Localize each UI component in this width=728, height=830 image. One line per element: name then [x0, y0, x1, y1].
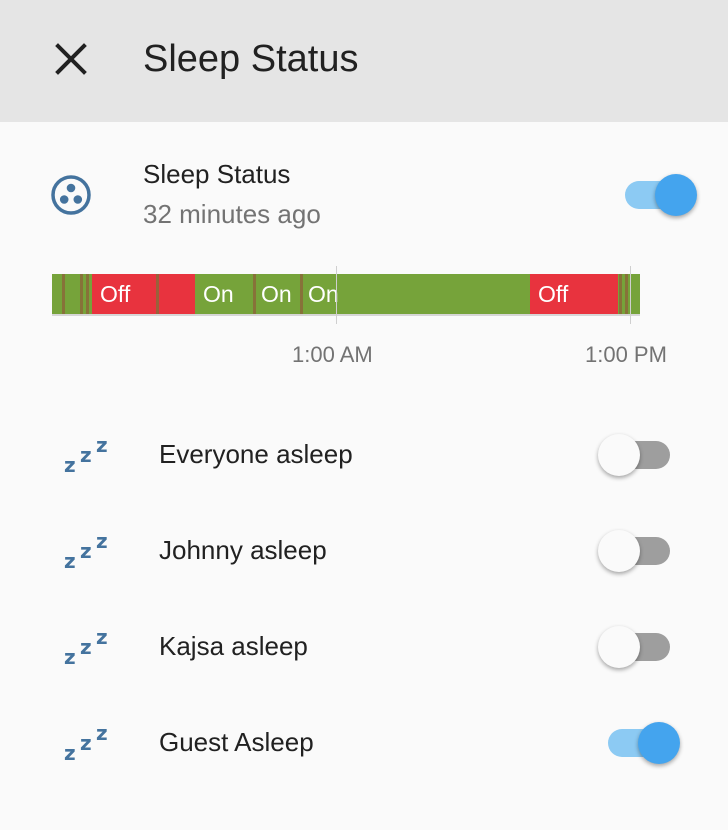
- timeline-bar: Off On On On Off: [52, 274, 640, 314]
- svg-text:z: z: [96, 724, 108, 745]
- entity-row: z z z Johnny asleep: [0, 510, 728, 590]
- svg-text:z: z: [96, 532, 108, 553]
- toggle-thumb: [598, 626, 640, 668]
- timeline-sliver: [625, 274, 628, 314]
- entity-row: z z z Guest Asleep: [0, 702, 728, 782]
- svg-text:z: z: [64, 645, 76, 668]
- timeline-segment: Off: [92, 274, 195, 314]
- svg-text:z: z: [80, 635, 92, 659]
- svg-text:z: z: [64, 741, 76, 764]
- timeline-segment: On: [195, 274, 253, 314]
- dialog-header: Sleep Status: [0, 0, 728, 122]
- close-icon: [55, 43, 87, 75]
- entity-toggle[interactable]: [598, 625, 678, 669]
- timeline-sliver: [62, 274, 65, 314]
- timeline-sliver: [86, 274, 89, 314]
- sleep-zzz-icon: z z z: [64, 436, 108, 476]
- sleep-zzz-icon: z z z: [64, 628, 108, 668]
- entity-row: z z z Kajsa asleep: [0, 606, 728, 686]
- entity-toggle[interactable]: [598, 529, 678, 573]
- sleep-zzz-icon: z z z: [64, 724, 108, 764]
- timeline-tick: [336, 266, 337, 324]
- svg-text:z: z: [96, 628, 108, 649]
- entity-toggle[interactable]: [600, 721, 680, 765]
- entity-name: Johnny asleep: [159, 535, 327, 565]
- timeline-segment: On: [300, 274, 530, 314]
- timeline-sliver: [619, 274, 622, 314]
- timeline-axis: [52, 314, 640, 316]
- timeline-sliver: [253, 274, 256, 314]
- entity-name: Kajsa asleep: [159, 631, 308, 661]
- svg-text:z: z: [64, 549, 76, 572]
- timeline-tick: [630, 266, 631, 324]
- svg-text:z: z: [80, 731, 92, 755]
- entity-name: Everyone asleep: [159, 439, 353, 469]
- timeline-segment: Off: [530, 274, 618, 314]
- history-timeline: Off On On On Off 1:00 AM 1:00 PM: [52, 266, 692, 376]
- timeline-sliver: [80, 274, 83, 314]
- timeline-tick-label: 1:00 AM: [292, 342, 373, 367]
- close-button[interactable]: [50, 38, 92, 80]
- last-changed-text: 32 minutes ago: [143, 199, 321, 229]
- master-toggle[interactable]: [617, 173, 697, 217]
- timeline-segment: On: [253, 274, 300, 314]
- svg-text:z: z: [80, 539, 92, 563]
- svg-text:z: z: [96, 436, 108, 457]
- toggle-thumb: [598, 434, 640, 476]
- timeline-sliver: [300, 274, 303, 314]
- dialog-title: Sleep Status: [143, 38, 359, 80]
- google-circles-communities-icon: [51, 175, 91, 215]
- sleep-zzz-icon: z z z: [64, 532, 108, 572]
- toggle-thumb: [598, 530, 640, 572]
- entity-name: Guest Asleep: [159, 727, 314, 757]
- timeline-sliver: [156, 274, 159, 314]
- entity-row: z z z Everyone asleep: [0, 414, 728, 494]
- svg-text:z: z: [64, 453, 76, 476]
- timeline-tick-label: 1:00 PM: [585, 342, 667, 367]
- toggle-thumb: [655, 174, 697, 216]
- toggle-thumb: [638, 722, 680, 764]
- entity-toggle[interactable]: [598, 433, 678, 477]
- entity-name: Sleep Status: [143, 159, 291, 189]
- svg-text:z: z: [80, 443, 92, 467]
